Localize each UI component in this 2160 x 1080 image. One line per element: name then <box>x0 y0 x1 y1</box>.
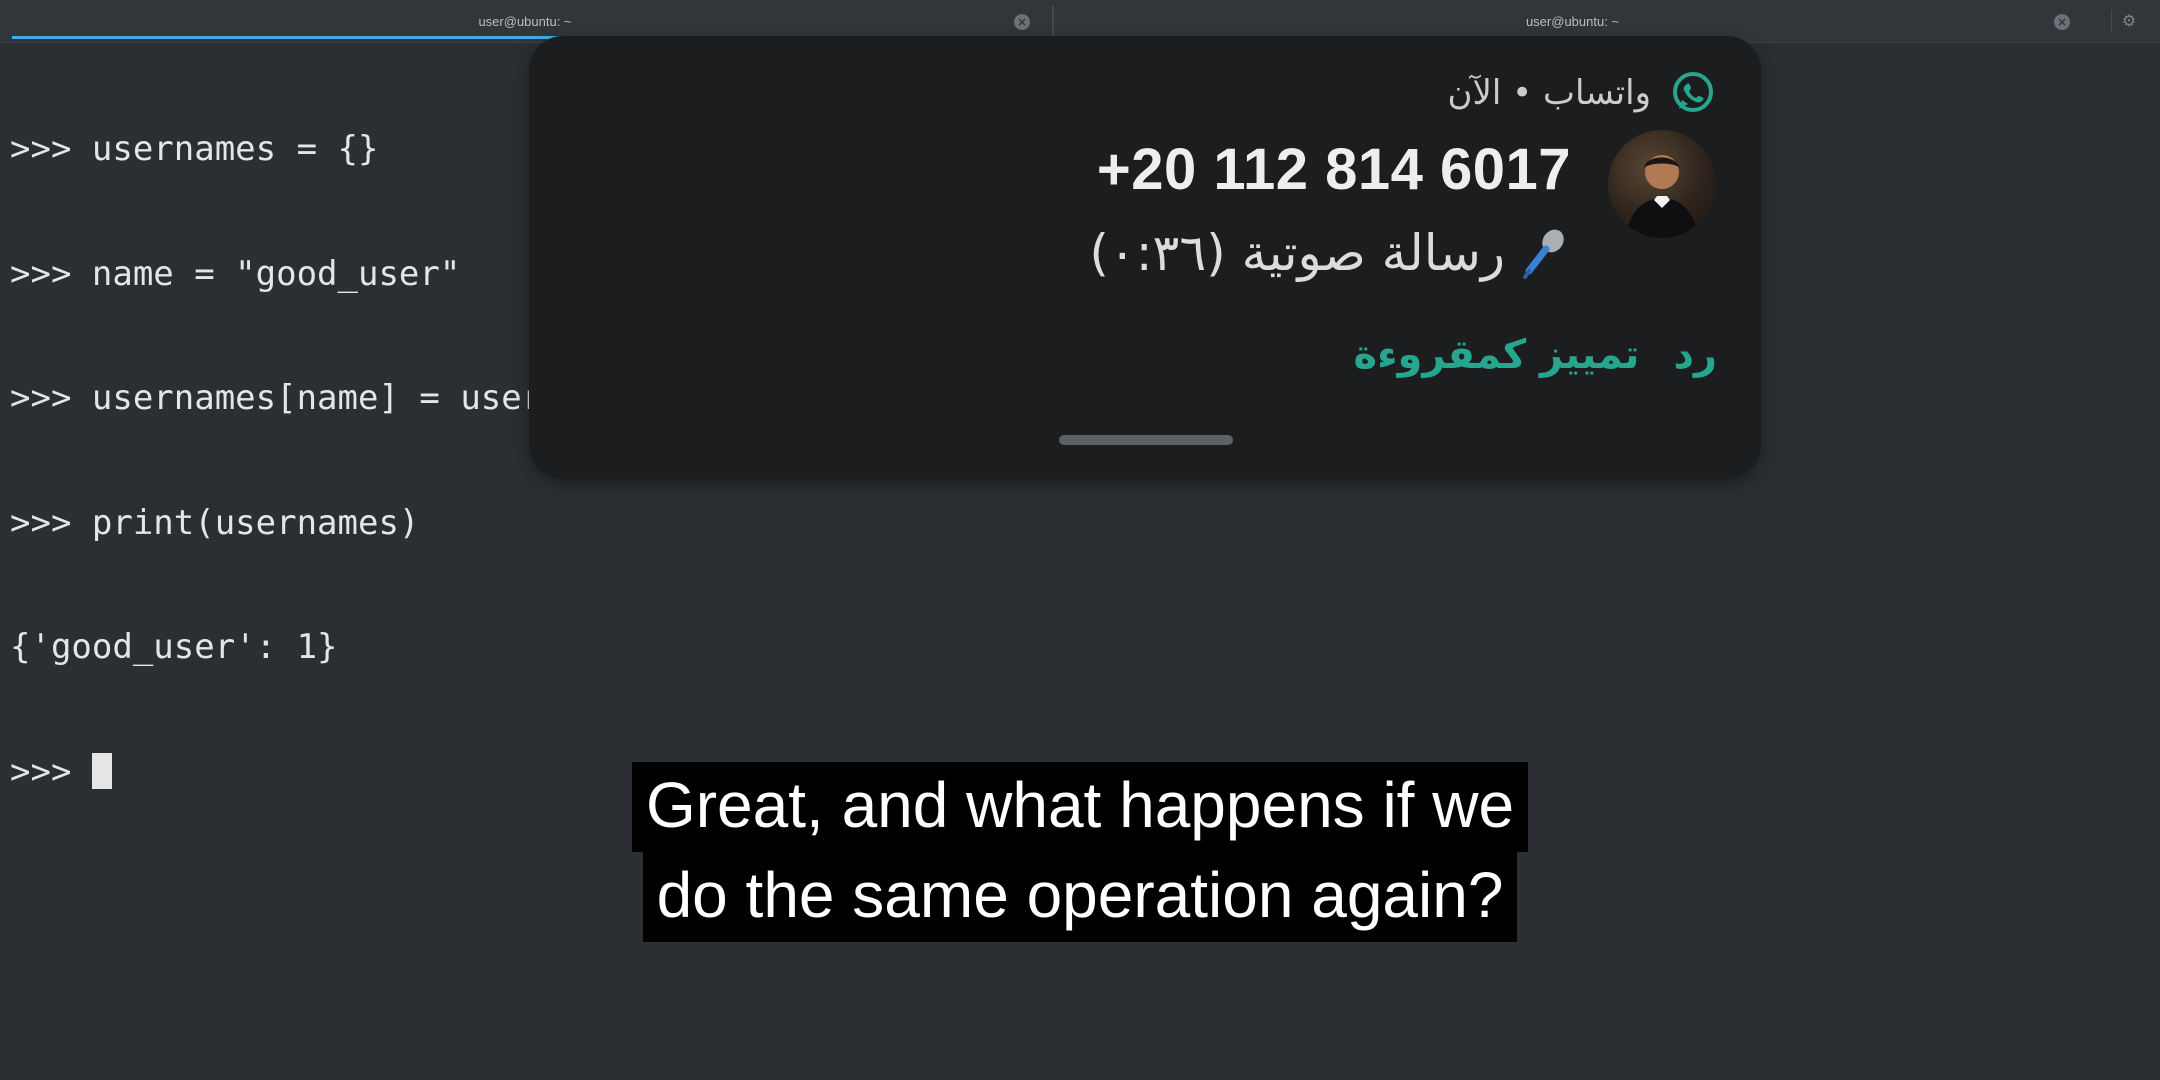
subtitle-line-1: Great, and what happens if we <box>0 762 2160 852</box>
notification-card[interactable]: واتساب • الآن +20 112 814 6017 رسالة صوت… <box>529 36 1761 479</box>
subtitle-text: Great, and what happens if we <box>631 762 1529 852</box>
whatsapp-icon <box>1673 72 1713 112</box>
avatar <box>1608 130 1716 238</box>
subtitle-line-2: do the same operation again? <box>0 852 2160 942</box>
tab-title: user@ubuntu: ~ <box>1525 14 1620 29</box>
notification-header: واتساب • الآن <box>1447 66 1717 120</box>
message-preview: رسالة صوتية (٠:٣٦) <box>1089 224 1571 282</box>
tab-title: user@ubuntu: ~ <box>478 14 572 29</box>
notification-actions: تمييز كمقروءة رد <box>1353 332 1717 378</box>
gear-icon[interactable]: ⚙ <box>2111 10 2146 32</box>
message-text: رسالة صوتية (٠:٣٦) <box>1089 224 1505 282</box>
sender-name: +20 112 814 6017 <box>1096 137 1571 202</box>
close-icon[interactable]: × <box>1014 14 1030 30</box>
subtitle-text: do the same operation again? <box>642 852 1518 942</box>
tab-divider <box>1052 6 1054 36</box>
mark-as-read-button[interactable]: تمييز كمقروءة <box>1353 332 1639 378</box>
microphone-icon <box>1523 229 1564 279</box>
drag-handle[interactable] <box>1059 435 1233 445</box>
terminal-line: >>> print(usernames) <box>10 502 420 543</box>
terminal-line: {'good_user': 1} <box>10 627 338 667</box>
app-label: واتساب • الآن <box>1447 73 1651 113</box>
close-icon[interactable]: × <box>2054 14 2070 30</box>
reply-button[interactable]: رد <box>1673 332 1717 378</box>
